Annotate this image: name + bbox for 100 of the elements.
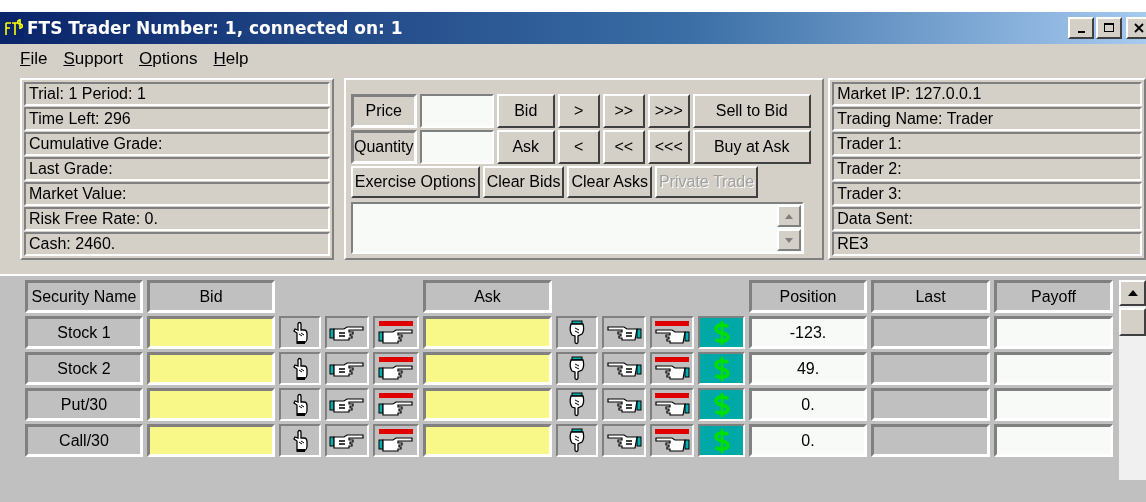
menu-item[interactable]: Help [207,49,255,69]
bid-action-button[interactable]: >>> [647,94,690,128]
ask-action-button[interactable]: <<< [647,130,690,164]
status-field: Trading Name: Trader [832,107,1142,131]
minimize-icon [1077,31,1085,33]
pointing-hand-icon[interactable] [650,424,694,457]
column-header: Security Name [25,280,143,313]
column-header: Last [871,280,990,313]
maximize-icon [1104,23,1114,33]
hand-icon[interactable] [279,388,321,421]
position-cell: 0. [749,424,867,457]
action-button[interactable]: Clear Asks [567,166,652,198]
menu-item[interactable]: File [14,49,54,69]
position-cell: 49. [749,352,867,385]
bid-action-button[interactable]: Bid [496,94,555,128]
pointing-hand-icon[interactable] [373,352,419,385]
dollar-icon[interactable] [698,316,745,349]
bid-field[interactable] [147,424,275,457]
bid-field[interactable] [147,316,275,349]
security-name-cell: Stock 2 [25,352,143,385]
column-header: Payoff [994,280,1113,313]
pointing-hand-icon[interactable] [325,388,369,421]
ask-action-button[interactable]: Ask [496,130,555,164]
minimize-button[interactable] [1068,17,1094,39]
price-field[interactable] [419,94,494,128]
up-arrow-icon [1127,290,1138,296]
scroll-thumb[interactable] [1119,308,1146,336]
bid-action-button[interactable]: >> [602,94,645,128]
vertical-scrollbar[interactable] [1119,280,1146,480]
status-field: Market IP: 127.0.0.1 [832,82,1142,106]
pointing-hand-icon[interactable] [373,424,419,457]
menu-item[interactable]: Support [57,49,129,69]
ask-action-button[interactable]: Buy at Ask [692,130,811,164]
status-field: Cumulative Grade: [24,132,330,156]
hand-icon[interactable] [556,316,598,349]
dollar-icon[interactable] [698,424,745,457]
status-field: Cash: 2460. [24,232,330,256]
ask-field[interactable] [423,388,552,421]
security-name-cell: Put/30 [25,388,143,421]
column-header: Position [749,280,867,313]
security-name-cell: Stock 1 [25,316,143,349]
pointing-hand-icon[interactable] [373,388,419,421]
hand-icon[interactable] [279,352,321,385]
scroll-up-button[interactable] [1119,280,1146,306]
down-arrow-icon [785,237,794,243]
dollar-icon[interactable] [698,388,745,421]
dollar-icon[interactable] [698,352,745,385]
hand-icon[interactable] [556,352,598,385]
pointing-hand-icon[interactable] [602,388,646,421]
status-field: Trader 3: [832,182,1142,206]
action-button[interactable]: Clear Bids [482,166,565,198]
hand-icon[interactable] [279,316,321,349]
menu-item[interactable]: Options [132,49,204,69]
pointing-hand-icon[interactable] [602,424,646,457]
window-title: FTS Trader Number: 1, connected on: 1 [27,18,403,38]
ask-field[interactable] [423,316,552,349]
position-cell: 0. [749,388,867,421]
hand-icon[interactable] [556,388,598,421]
close-icon [1134,23,1144,33]
quantity-field[interactable] [419,130,494,164]
pointing-hand-icon[interactable] [650,352,694,385]
ask-field[interactable] [423,424,552,457]
pointing-hand-icon[interactable] [325,316,369,349]
bid-action-button[interactable]: Sell to Bid [692,94,811,128]
status-field: Risk Free Rate: 0. [24,207,330,231]
close-button[interactable] [1126,17,1146,39]
hand-icon[interactable] [556,424,598,457]
status-field: Time Left: 296 [24,107,330,131]
status-field: Last Grade: [24,157,330,181]
action-button[interactable]: Exercise Options [350,166,480,198]
status-field: Trial: 1 Period: 1 [24,82,330,106]
status-field: Trader 2: [832,157,1142,181]
status-field: Trader 1: [832,132,1142,156]
maximize-button[interactable] [1096,17,1122,39]
status-field: RE3 [832,232,1142,256]
pointing-hand-icon[interactable] [602,316,646,349]
quantity-label: Quantity [350,130,417,164]
hand-icon[interactable] [279,424,321,457]
position-cell: -123. [749,316,867,349]
scroll-down-button[interactable] [777,229,802,251]
up-arrow-icon [785,213,794,219]
column-header: Bid [147,280,275,313]
column-header: Ask [423,280,552,313]
pointing-hand-icon[interactable] [650,388,694,421]
security-name-cell: Call/30 [25,424,143,457]
pointing-hand-icon[interactable] [650,316,694,349]
pointing-hand-icon[interactable] [325,424,369,457]
status-field: Data Sent: [832,207,1142,231]
ask-action-button[interactable]: << [602,130,645,164]
bid-action-button[interactable]: > [557,94,600,128]
pointing-hand-icon[interactable] [602,352,646,385]
bid-field[interactable] [147,352,275,385]
bid-field[interactable] [147,388,275,421]
message-box[interactable] [350,202,805,254]
pointing-hand-icon[interactable] [373,316,419,349]
ask-field[interactable] [423,352,552,385]
price-label: Price [350,94,417,128]
status-field: Market Value: [24,182,330,206]
ask-action-button[interactable]: < [557,130,600,164]
pointing-hand-icon[interactable] [325,352,369,385]
